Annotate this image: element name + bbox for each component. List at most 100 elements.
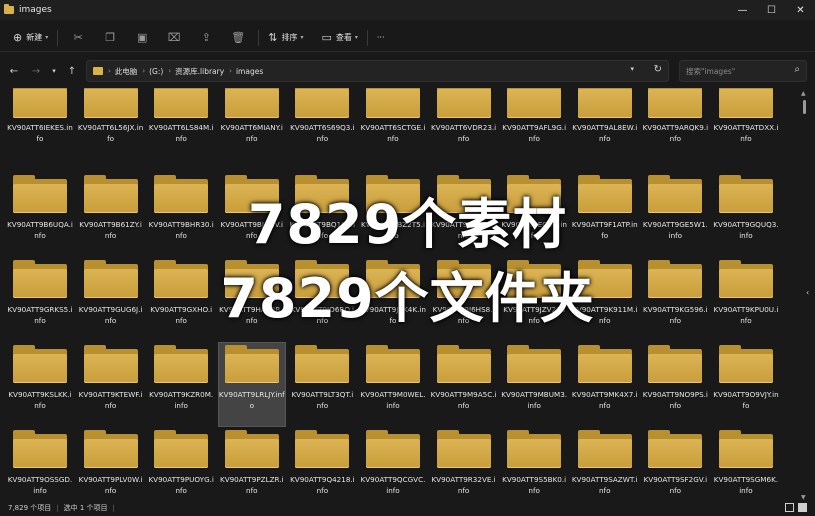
sort-icon: ⇅	[268, 31, 278, 44]
search-placeholder: 搜索"images"	[686, 66, 736, 76]
folder-item[interactable]: KV90ATT6LS84M.info	[148, 88, 214, 171]
breadcrumb-drive[interactable]: (G:)	[149, 67, 163, 76]
folder-item[interactable]: KV90ATT6MIANY.info	[219, 88, 285, 171]
folder-icon	[718, 345, 773, 383]
back-button[interactable]: ←	[3, 60, 25, 82]
folder-item[interactable]: KV90ATT9NO9PS.info	[642, 343, 708, 426]
up-button[interactable]: ↑	[61, 60, 83, 82]
chevron-right-icon: ›	[142, 67, 146, 75]
folder-item[interactable]: KV90ATT9KTEWF.info	[78, 343, 144, 426]
folder-item[interactable]: KV90ATT9LT3QT.info	[289, 343, 355, 426]
folder-item[interactable]: KV90ATT9AFL9G.info	[501, 88, 567, 171]
folder-name: KV90ATT9SF2GV.info	[643, 475, 708, 495]
folder-icon	[507, 88, 562, 118]
folder-icon	[365, 430, 420, 468]
folder-icon	[718, 430, 773, 468]
chevron-right-icon: ›	[229, 67, 232, 75]
address-bar[interactable]: › 此电脑 › (G:) › 资源库.library › images ▾ ↻	[86, 60, 669, 82]
share-button[interactable]: ⇪	[190, 27, 222, 49]
folder-item[interactable]: KV90ATT9S5BK0.info	[501, 428, 567, 498]
arrow-left-icon: ←	[9, 65, 19, 77]
forward-button[interactable]: →	[25, 60, 47, 82]
folder-item[interactable]: KV90ATT9PLV0W.info	[78, 428, 144, 498]
folder-name: KV90ATT9SAZWT.info	[571, 475, 638, 495]
folder-name: KV90ATT9SGM6K.info	[713, 475, 779, 495]
folder-name: KV90ATT9Q4218.info	[290, 475, 355, 495]
folder-item[interactable]: KV90ATT9MBUM3.info	[501, 343, 567, 426]
folder-icon	[295, 430, 350, 468]
folder-item[interactable]: KV90ATT9M9A5C.info	[431, 343, 497, 426]
folder-name: KV90ATT6SCTGE.info	[360, 123, 426, 143]
folder-item[interactable]: KV90ATT9AL8EW.info	[572, 88, 638, 171]
folder-icon	[436, 345, 491, 383]
folder-icon	[224, 345, 279, 383]
folder-item[interactable]: KV90ATT6S69Q3.info	[289, 88, 355, 171]
address-dropdown-icon[interactable]: ▾	[630, 65, 634, 73]
clipboard-icon: ▣	[137, 31, 148, 44]
divider	[366, 29, 368, 46]
paste-button[interactable]: ▣	[126, 27, 158, 49]
maximize-button[interactable]: ☐	[757, 0, 786, 20]
folder-item[interactable]: KV90ATT9MK4X7.info	[572, 343, 638, 426]
folder-item[interactable]: KV90ATT9PUOYG.info	[148, 428, 214, 498]
large-icons-view-icon[interactable]	[798, 503, 807, 512]
folder-item[interactable]: KV90ATT6VDR23.info	[431, 88, 497, 171]
refresh-icon[interactable]: ↻	[654, 64, 662, 75]
breadcrumb-library[interactable]: 资源库.library	[175, 66, 224, 77]
folder-item[interactable]: KV90ATT9Q4218.info	[289, 428, 355, 498]
plus-circle-icon: ⊕	[13, 31, 23, 44]
breadcrumb-images[interactable]: images	[236, 67, 263, 76]
more-options-button[interactable]: ···	[372, 27, 390, 49]
folder-item[interactable]: KV90ATT9M0WEL.info	[360, 343, 426, 426]
cut-button[interactable]: ✂	[62, 27, 94, 49]
folder-item[interactable]: KV90ATT6L56JX.info	[78, 88, 144, 171]
folder-icon	[295, 88, 350, 118]
chevron-down-icon: ▾	[354, 34, 358, 41]
folder-item[interactable]: KV90ATT9QCGVC.info	[360, 428, 426, 498]
folder-item[interactable]: KV90ATT9SF2GV.info	[642, 428, 708, 498]
view-toggle	[785, 503, 807, 512]
selection-count: 选中 1 个项目	[63, 504, 108, 512]
folder-item[interactable]: KV90ATT6SCTGE.info	[360, 88, 426, 171]
folder-icon	[13, 88, 67, 118]
rename-button[interactable]: ⌧	[158, 27, 190, 49]
folder-item[interactable]: KV90ATT9SAZWT.info	[572, 428, 638, 498]
folder-item[interactable]: KV90ATT9O9VJY.info	[713, 343, 779, 426]
view-button[interactable]: ▭ 查看 ▾	[316, 27, 362, 49]
scroll-up-icon[interactable]: ▲	[801, 90, 806, 97]
folder-item[interactable]: KV90ATT9KSLKK.info	[7, 343, 73, 426]
details-view-icon[interactable]	[785, 503, 794, 512]
scroll-thumb[interactable]	[803, 100, 806, 114]
sort-label: 排序	[281, 33, 298, 42]
folder-item[interactable]: KV90ATT9PZLZR.info	[219, 428, 285, 498]
folder-icon	[295, 345, 350, 383]
delete-button[interactable]: 🗑	[222, 27, 254, 49]
folder-icon	[365, 345, 420, 383]
folder-item[interactable]: KV90ATT9KZR0M.info	[148, 343, 214, 426]
folder-name: KV90ATT6S69Q3.info	[290, 123, 355, 143]
folder-icon	[154, 345, 209, 383]
folder-item[interactable]: KV90ATT9LRLJY.info	[217, 342, 286, 427]
folder-item[interactable]: KV90ATT9SGM6K.info	[713, 428, 779, 498]
copy-button[interactable]: ❐	[94, 27, 126, 49]
folder-name: KV90ATT9KTEWF.info	[78, 390, 143, 410]
minimize-button[interactable]: —	[728, 0, 757, 20]
folder-icon	[224, 88, 279, 118]
arrow-up-icon: ↑	[67, 65, 77, 77]
new-button[interactable]: ⊕ 新建 ▾	[8, 27, 53, 49]
breadcrumb-this-pc[interactable]: 此电脑	[115, 66, 138, 77]
folder-name: KV90ATT9LRLJY.info	[218, 390, 285, 410]
sort-button[interactable]: ⇅ 排序 ▾	[263, 27, 308, 49]
scissors-icon: ✂	[73, 31, 83, 44]
folder-item[interactable]: KV90ATT6IEKES.info	[7, 88, 73, 171]
folder-item[interactable]: KV90ATT9OSSGD.info	[7, 428, 73, 498]
folder-name: KV90ATT6MIANY.info	[220, 123, 283, 143]
recent-button[interactable]: ▾	[47, 60, 61, 82]
folder-item[interactable]: KV90ATT9ARQK9.info	[642, 88, 708, 171]
chevron-down-icon: ▾	[52, 67, 56, 75]
folder-icon	[154, 88, 209, 118]
search-input[interactable]: 搜索"images" ⌕	[679, 60, 807, 82]
folder-item[interactable]: KV90ATT9R32VE.info	[431, 428, 497, 498]
close-button[interactable]: ✕	[786, 0, 815, 20]
folder-item[interactable]: KV90ATT9ATDXX.info	[713, 88, 779, 171]
